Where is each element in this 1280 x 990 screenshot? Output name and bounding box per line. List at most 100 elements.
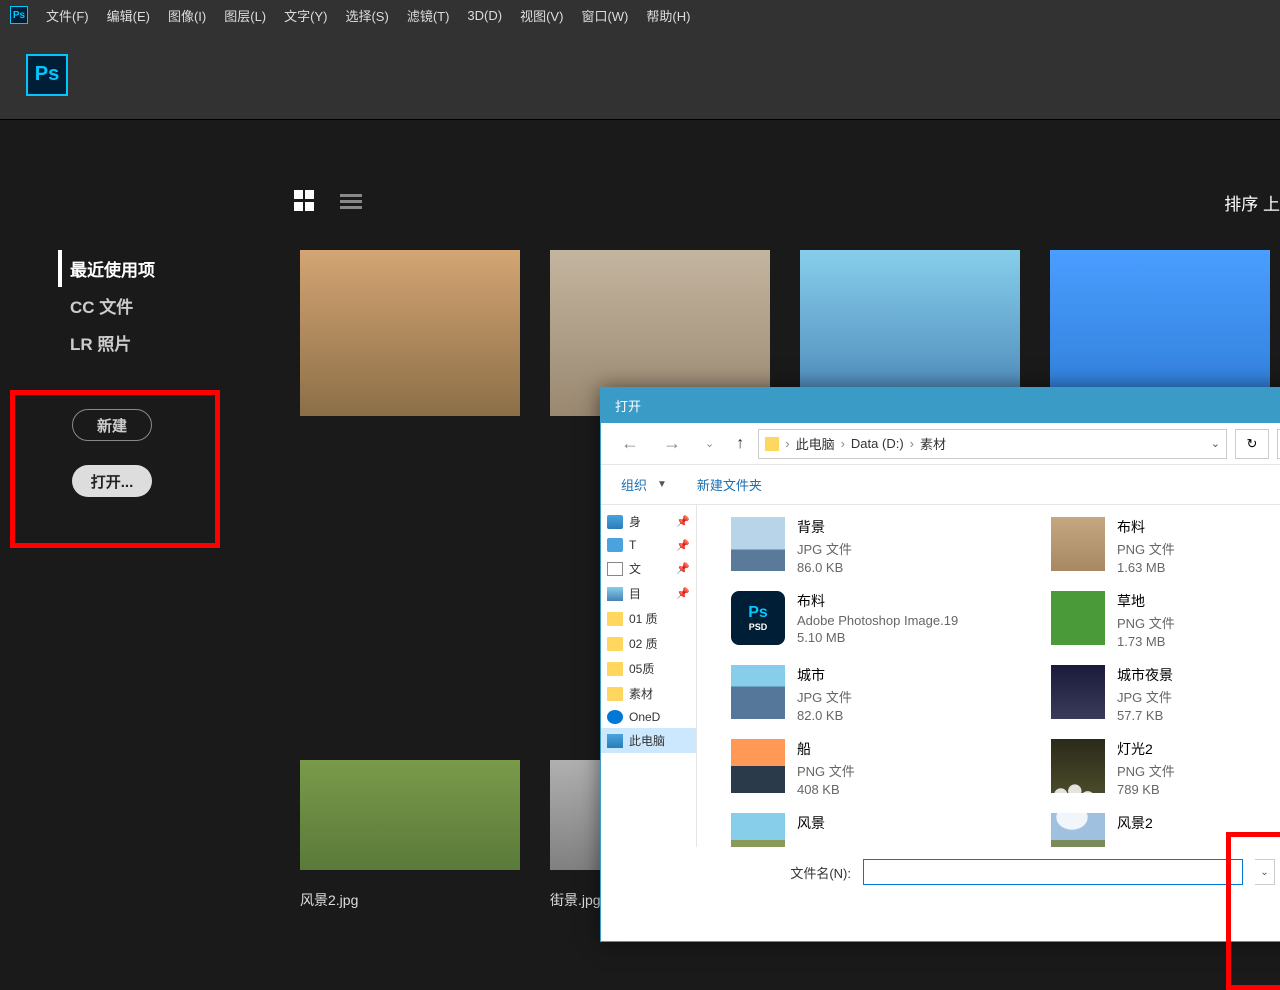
file-type: JPG 文件 — [797, 687, 852, 706]
file-thumbnail — [1051, 591, 1105, 645]
app-icon: Ps — [10, 6, 28, 24]
file-name: 布料 — [797, 591, 958, 611]
file-type: PNG 文件 — [1117, 539, 1175, 558]
tree-item[interactable]: 素材 — [601, 681, 696, 706]
menu-layer[interactable]: 图层(L) — [224, 6, 266, 25]
tree-item[interactable]: 目📌 — [601, 581, 696, 606]
folder-icon — [765, 437, 779, 451]
file-name: 布料 — [1117, 517, 1175, 537]
file-size: 86.0 KB — [797, 560, 852, 575]
tree-label: 目 — [629, 585, 641, 602]
tree-label: 02 质 — [629, 635, 658, 652]
breadcrumb-item[interactable]: 素材 — [920, 434, 946, 453]
file-item[interactable]: 背景JPG 文件86.0 KB — [727, 513, 1047, 587]
new-button[interactable]: 新建 — [72, 409, 152, 441]
tree-item[interactable]: 身📌 — [601, 509, 696, 534]
tree-label: 素材 — [629, 685, 653, 702]
folder-icon — [607, 637, 623, 651]
file-item[interactable]: 灯光2PNG 文件789 KB — [1047, 735, 1280, 809]
folder-icon — [607, 612, 623, 626]
dl-icon — [607, 538, 623, 552]
breadcrumb-item[interactable]: 此电脑 — [796, 434, 835, 453]
file-size: 1.63 MB — [1117, 560, 1175, 575]
dialog-titlebar: 打开 ✕ — [601, 388, 1280, 423]
file-list: 背景JPG 文件86.0 KB 布料 PNG 文件 1.63 MB PsPSD布料Ado… — [697, 505, 1280, 847]
chevron-down-icon[interactable]: ▼ — [657, 479, 667, 490]
tree-label: 文 — [629, 560, 641, 577]
menu-text[interactable]: 文字(Y) — [284, 6, 327, 25]
recent-thumb[interactable] — [300, 250, 520, 416]
breadcrumb-item[interactable]: Data (D:) — [851, 436, 904, 451]
address-bar[interactable]: › 此电脑 › Data (D:) › 素材 ⌄ — [758, 429, 1227, 459]
dialog-toolbar: 组织 ▼ 新建文件夹 ▼ ? — [601, 465, 1280, 505]
file-item[interactable]: 风景 — [727, 809, 1047, 847]
file-name: 风景 — [797, 813, 825, 833]
refresh-icon[interactable]: ↻ — [1235, 429, 1269, 459]
toolbar: Ps — [0, 30, 1280, 120]
tree-item[interactable]: 02 质 — [601, 631, 696, 656]
new-folder-button[interactable]: 新建文件夹 — [697, 475, 762, 494]
file-item[interactable]: 城市夜景JPG 文件57.7 KB — [1047, 661, 1280, 735]
file-item[interactable]: 城市JPG 文件82.0 KB — [727, 661, 1047, 735]
sort-label[interactable]: 排序 上 — [1224, 190, 1280, 215]
doc-icon — [607, 562, 623, 576]
file-name: 灯光2 — [1117, 739, 1175, 759]
file-item[interactable]: 风景2 — [1047, 809, 1280, 847]
file-size: 82.0 KB — [797, 708, 852, 723]
menu-edit[interactable]: 编辑(E) — [107, 6, 150, 25]
file-size: 789 KB — [1117, 782, 1175, 797]
organize-button[interactable]: 组织 — [621, 475, 647, 494]
menu-file[interactable]: 文件(F) — [46, 6, 89, 25]
sidebar-cc-files[interactable]: CC 文件 — [58, 287, 290, 324]
tree-item[interactable]: 05质 — [601, 656, 696, 681]
folder-tree: 身📌T📌文📌目📌01 质 02 质 05质素材 OneD 此电脑 — [601, 505, 697, 847]
filename-label: 文件名(N): — [621, 863, 851, 882]
file-thumbnail — [731, 517, 785, 571]
img-icon — [607, 587, 623, 601]
file-size: 1.73 MB — [1117, 634, 1175, 649]
menu-view[interactable]: 视图(V) — [520, 6, 563, 25]
chevron-down-icon[interactable]: ⌄ — [1211, 437, 1220, 450]
menu-select[interactable]: 选择(S) — [345, 6, 388, 25]
file-name: 草地 — [1117, 591, 1175, 611]
file-item[interactable]: 布料 PNG 文件 1.63 MB — [1047, 513, 1280, 587]
file-item[interactable]: PsPSD布料Adobe Photoshop Image.195.10 MB — [727, 587, 1047, 661]
file-thumbnail — [1051, 739, 1105, 793]
dialog-nav: ← → ⌄ ↑ › 此电脑 › Data (D:) › 素材 ⌄ ↻ ⌕ 搜索" — [601, 423, 1280, 465]
recent-thumb[interactable] — [300, 760, 520, 870]
menu-help[interactable]: 帮助(H) — [646, 6, 690, 25]
cloud-icon — [607, 710, 623, 724]
file-thumbnail — [1051, 665, 1105, 719]
open-button[interactable]: 打开... — [72, 465, 152, 497]
up-icon[interactable]: ↑ — [730, 431, 750, 457]
dialog-title: 打开 — [615, 396, 641, 415]
file-item[interactable]: 船PNG 文件408 KB — [727, 735, 1047, 809]
file-thumbnail — [1051, 517, 1105, 571]
file-name: 城市夜景 — [1117, 665, 1173, 685]
list-view-icon[interactable] — [340, 194, 362, 209]
menu-filter[interactable]: 滤镜(T) — [407, 6, 450, 25]
folder-icon — [607, 687, 623, 701]
tree-item[interactable]: 01 质 — [601, 606, 696, 631]
history-dropdown-icon[interactable]: ⌄ — [697, 433, 722, 454]
file-type: PNG 文件 — [1117, 613, 1175, 632]
file-size: 408 KB — [797, 782, 855, 797]
menu-image[interactable]: 图像(I) — [168, 6, 206, 25]
menu-3d[interactable]: 3D(D) — [467, 8, 502, 23]
sidebar-recent[interactable]: 最近使用项 — [58, 250, 290, 287]
tree-item[interactable]: OneD — [601, 706, 696, 728]
tree-item[interactable]: T📌 — [601, 534, 696, 556]
tree-label: OneD — [629, 710, 660, 724]
grid-view-icon[interactable] — [294, 190, 316, 212]
tree-label: 身 — [629, 513, 641, 530]
tree-item[interactable]: 文📌 — [601, 556, 696, 581]
content-area: 排序 上 风景2.jpg 街景.jpg 船.png 灯光2.png — [290, 120, 1280, 897]
forward-icon[interactable]: → — [655, 429, 689, 458]
back-icon[interactable]: ← — [613, 429, 647, 458]
filename-dropdown-icon[interactable]: ⌄ — [1255, 859, 1275, 885]
file-item[interactable]: 草地 PNG 文件 1.73 MB — [1047, 587, 1280, 661]
tree-item[interactable]: 此电脑 — [601, 728, 696, 753]
menu-window[interactable]: 窗口(W) — [581, 6, 628, 25]
filename-input[interactable] — [863, 859, 1243, 885]
sidebar-lr-photos[interactable]: LR 照片 — [58, 324, 290, 361]
